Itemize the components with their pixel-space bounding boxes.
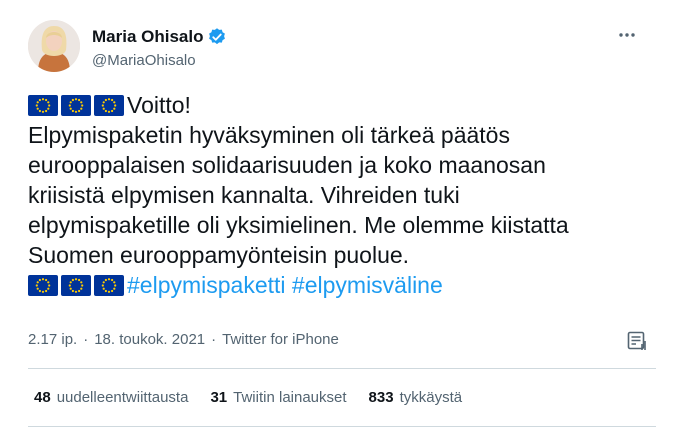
- meta-separator: ·: [83, 331, 89, 348]
- tweet-line-7: #elpymispaketti #elpymisväline: [28, 270, 648, 300]
- eu-flag-icon: [61, 275, 91, 296]
- tweet-line-4: kriisistä elpymisen kannalta. Vihreiden …: [28, 182, 460, 208]
- tweet-time[interactable]: 2.17 ip.: [28, 331, 77, 348]
- tweet-card: Maria Ohisalo @MariaOhisalo Voitto! Elpy…: [0, 0, 676, 434]
- likes-label: tykkäystä: [399, 389, 463, 406]
- eu-flag-icon: [28, 95, 58, 116]
- tweet-date[interactable]: 18. toukok. 2021: [94, 331, 205, 348]
- tweet-stats: 48 uudelleentwiittausta 31 Twiitin lainauk…: [34, 389, 484, 406]
- likes-count: 833: [368, 389, 394, 406]
- retweets-label: uudelleentwiittausta: [56, 389, 189, 406]
- retweets-stat[interactable]: 48 uudelleentwiittausta: [34, 389, 188, 406]
- more-options-icon[interactable]: [616, 24, 638, 46]
- tweet-line-6: Suomen eurooppamyönteisin puolue.: [28, 242, 410, 268]
- tweet-analytics-icon[interactable]: [626, 330, 648, 352]
- likes-stat[interactable]: 833 tykkäystä: [369, 389, 463, 406]
- eu-flag-icon: [94, 275, 124, 296]
- tweet-source[interactable]: Twitter for iPhone: [222, 331, 339, 348]
- quotes-count: 31: [210, 389, 228, 406]
- display-name[interactable]: Maria Ohisalo: [92, 27, 203, 47]
- hashtag-link[interactable]: #elpymisväline: [292, 272, 443, 298]
- name-line: Maria Ohisalo: [92, 27, 227, 47]
- tweet-line-1: Voitto!: [28, 90, 648, 120]
- quotes-label: Twiitin lainaukset: [233, 389, 347, 406]
- retweets-count: 48: [34, 389, 51, 406]
- divider: [28, 426, 656, 427]
- quotes-stat[interactable]: 31 Twiitin lainaukset: [210, 389, 346, 406]
- tweet-text: Voitto! Elpymispaketin hyväksyminen oli …: [28, 90, 648, 300]
- tweet-line-5: elpymispaketille oli yksimielinen. Me ol…: [28, 212, 569, 238]
- user-handle[interactable]: @MariaOhisalo: [92, 52, 196, 69]
- tweet-line-2: Elpymispaketin hyväksyminen oli tärkeä p…: [28, 122, 510, 148]
- tweet-header: Maria Ohisalo @MariaOhisalo: [28, 20, 656, 80]
- hashtag-link[interactable]: #elpymispaketti: [127, 272, 286, 298]
- tweet-meta: 2.17 ip. · 18. toukok. 2021 · Twitter fo…: [28, 331, 339, 348]
- eu-flag-icon: [94, 95, 124, 116]
- meta-separator: ·: [211, 331, 217, 348]
- eu-flag-icon: [61, 95, 91, 116]
- eu-flag-icon: [28, 275, 58, 296]
- avatar[interactable]: [28, 20, 80, 72]
- tweet-line-3: eurooppalaisen solidaarisuuden ja koko m…: [28, 152, 546, 178]
- divider: [28, 368, 656, 369]
- verified-badge-icon: [209, 28, 226, 45]
- tweet-heading: Voitto!: [127, 92, 191, 118]
